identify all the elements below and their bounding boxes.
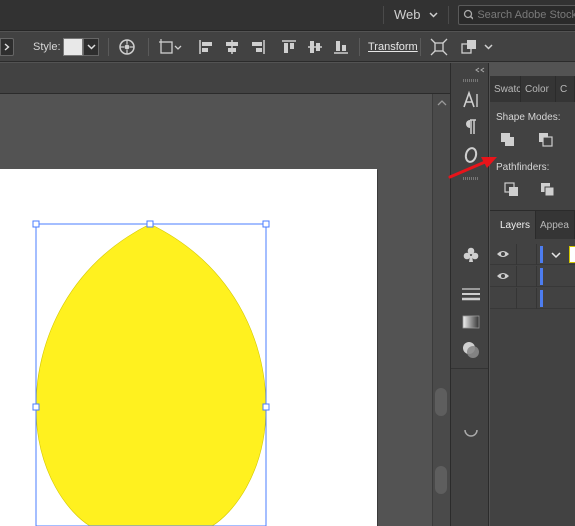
illustrator-window: Web Search Adobe Stock Style: Transform … [0,0,575,526]
shape-modes-label: Shape Modes: [496,112,561,123]
club-symbol-icon [463,247,479,262]
unite-icon [501,133,514,146]
leaf-shape[interactable] [35,223,267,526]
annotation-arrow-icon [448,157,497,179]
adobe-stock-search[interactable]: Search Adobe Stock [458,5,575,25]
transparency-panel-button[interactable] [459,338,483,362]
chevron-right-icon [4,43,10,51]
layer-color-indicator [540,268,543,285]
eye-icon[interactable] [496,270,510,282]
character-panel-button[interactable] [459,88,483,112]
tab-layers[interactable]: Layers [490,211,536,239]
search-icon [463,9,474,20]
transform-panel-link[interactable]: Transform [368,37,418,57]
layer-thumbnail [569,246,575,263]
layer-color-indicator [540,246,543,263]
document-tab-strip [0,63,450,94]
transparency-icon [463,342,479,358]
appearance-panel-button[interactable] [459,421,483,445]
arrange-objects-icon [461,40,493,54]
application-bar: Web Search Adobe Stock [0,0,575,31]
tab-appearance[interactable]: Appea [536,211,575,239]
align-to-selection-icon [159,39,182,54]
stroke-panel-button[interactable] [459,282,483,306]
align-right-button[interactable] [249,37,267,57]
tab-overflow[interactable]: C [556,76,575,102]
pathfinder-panel-tabs: Swatc Color C [490,76,575,102]
selection-handle[interactable] [32,403,40,411]
collapse-dock-icon[interactable] [475,67,485,73]
layer-color-indicator [540,290,543,307]
tab-color[interactable]: Color [521,76,556,102]
search-placeholder: Search Adobe Stock [477,9,575,21]
menubar-divider [448,6,449,24]
align-center-button[interactable] [223,37,241,57]
gradient-panel-button[interactable] [459,310,483,334]
dock-divider [451,368,488,369]
gradient-icon [462,315,480,329]
color-wheel-icon [119,39,135,55]
collapsed-panels-dock [450,63,489,526]
trim-icon [541,183,555,197]
chevron-down-icon [428,11,438,18]
paragraph-panel-button[interactable] [459,115,483,139]
isolate-selection-icon [430,38,448,56]
scroll-thumb[interactable] [435,466,447,494]
style-swatch [63,38,83,56]
align-bottom-button[interactable] [332,37,350,57]
align-vertical-center-icon [308,41,322,53]
minus-front-button[interactable] [536,130,556,150]
workspace-switcher[interactable]: Web [394,7,438,22]
align-to-button[interactable] [158,37,184,57]
recolor-artwork-button[interactable] [118,37,136,57]
trim-button[interactable] [538,180,558,200]
arrange-menu-button[interactable] [460,37,494,57]
style-label: Style: [33,41,61,53]
align-vertical-center-button[interactable] [306,37,324,57]
layer-row[interactable] [490,288,575,309]
scroll-thumb[interactable] [435,388,447,416]
align-top-icon [282,40,296,53]
chevron-down-icon[interactable] [551,251,561,259]
selection-handle[interactable] [32,220,40,228]
scroll-up-arrow-icon[interactable] [437,99,447,106]
character-icon [463,90,478,108]
layers-panel: Layers Appea [490,210,575,526]
unite-button[interactable] [498,130,518,150]
align-horizontal-center-icon [226,40,238,54]
transform-label: Transform [368,41,418,53]
graphic-style-picker[interactable] [63,37,99,57]
layers-panel-tabs: Layers Appea [490,211,575,239]
half-circle-icon [464,429,478,437]
isolate-group-button[interactable] [430,37,448,57]
tab-swatches[interactable]: Swatc [490,76,521,102]
align-right-icon [252,40,265,54]
layer-row[interactable] [490,244,575,265]
style-dropdown[interactable] [83,38,99,56]
align-bottom-icon [334,41,348,54]
chevron-down-icon [86,44,96,50]
expand-arrow-button[interactable] [0,37,14,57]
control-bar: Style: Transform [0,32,575,62]
selection-handle[interactable] [262,403,270,411]
paragraph-icon [466,119,476,134]
eye-icon[interactable] [496,248,510,260]
align-left-icon [199,40,212,54]
stroke-lines-icon [462,288,480,301]
canvas-area[interactable] [0,94,432,526]
symbols-panel-button[interactable] [459,243,483,267]
minus-front-icon [539,133,553,147]
align-left-button[interactable] [197,37,215,57]
selection-handle[interactable] [146,220,154,228]
dock-grip[interactable] [463,79,479,82]
workspace-label: Web [394,7,421,22]
selection-handle[interactable] [262,220,270,228]
align-top-button[interactable] [280,37,298,57]
artwork-layer [32,220,270,526]
layer-row[interactable] [490,266,575,287]
menubar-divider [383,6,384,24]
